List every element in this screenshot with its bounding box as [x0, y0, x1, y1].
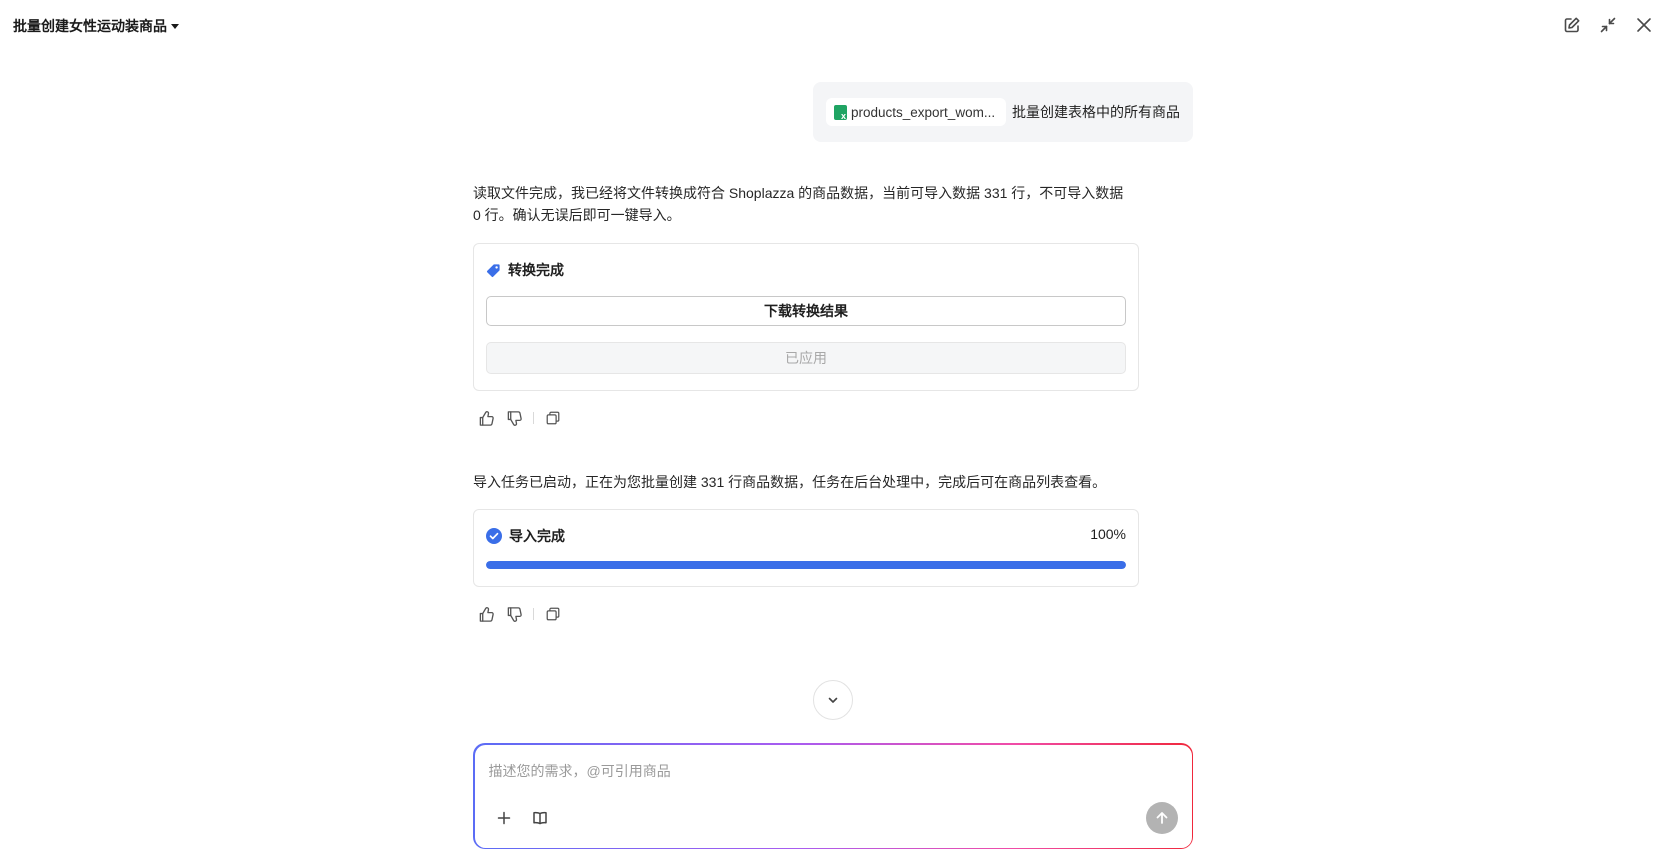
import-card-header: 导入完成 [486, 526, 565, 546]
conversion-card: 转换完成 下载转换结果 已应用 [473, 243, 1139, 391]
composer-box [474, 744, 1192, 848]
feedback-divider [533, 608, 534, 620]
feedback-divider [533, 412, 534, 424]
chevron-down-icon [828, 697, 838, 703]
thumbs-up-icon[interactable] [475, 603, 497, 625]
copy-icon[interactable] [542, 603, 564, 625]
conversation-title: 批量创建女性运动装商品 [13, 18, 167, 34]
window-controls [1561, 14, 1655, 36]
conversion-card-title: 转换完成 [508, 262, 564, 278]
arrow-up-icon [1156, 811, 1167, 824]
progress-bar [486, 561, 1126, 569]
tag-icon [486, 263, 500, 277]
conversation-title-dropdown[interactable]: 批量创建女性运动装商品 [13, 16, 179, 36]
message-composer [473, 743, 1193, 849]
close-icon[interactable] [1633, 14, 1655, 36]
download-result-button[interactable]: 下载转换结果 [486, 296, 1126, 326]
add-icon[interactable] [492, 806, 516, 830]
thumbs-down-icon[interactable] [503, 407, 525, 429]
user-message-text: 批量创建表格中的所有商品 [1012, 104, 1180, 120]
file-attachment-chip[interactable]: products_export_wom... [826, 98, 1006, 126]
progress-percent: 100% [1090, 526, 1126, 542]
assistant-reply-text: 导入任务已启动，正在为您批量创建 331 行商品数据，任务在后台处理中，完成后可… [473, 474, 1107, 490]
send-button[interactable] [1145, 801, 1178, 834]
assistant-reply-text: 读取文件完成，我已经将文件转换成符合 Shoplazza 的商品数据，当前可导入… [473, 185, 1124, 223]
edit-icon[interactable] [1561, 14, 1583, 36]
attachment-filename: products_export_wom... [851, 104, 996, 120]
collapse-icon[interactable] [1597, 14, 1619, 36]
import-card: 导入完成 100% [473, 509, 1139, 587]
thumbs-down-icon[interactable] [503, 603, 525, 625]
conversion-card-header: 转换完成 [486, 260, 564, 280]
scroll-to-bottom-button[interactable] [813, 680, 853, 720]
feedback-actions [475, 603, 564, 625]
book-icon[interactable] [528, 806, 552, 830]
progress-bar-fill [486, 561, 1126, 569]
top-bar: 批量创建女性运动装商品 [0, 0, 1671, 52]
thumbs-up-icon[interactable] [475, 407, 497, 429]
caret-down-icon [171, 23, 179, 29]
spreadsheet-file-icon [834, 104, 847, 121]
copy-icon[interactable] [542, 407, 564, 429]
applied-button: 已应用 [486, 342, 1126, 374]
import-card-title: 导入完成 [509, 528, 565, 544]
user-message-bubble: products_export_wom... 批量创建表格中的所有商品 [813, 82, 1193, 142]
check-circle-icon [486, 528, 502, 544]
feedback-actions [475, 407, 564, 429]
message-input[interactable] [488, 762, 1129, 779]
